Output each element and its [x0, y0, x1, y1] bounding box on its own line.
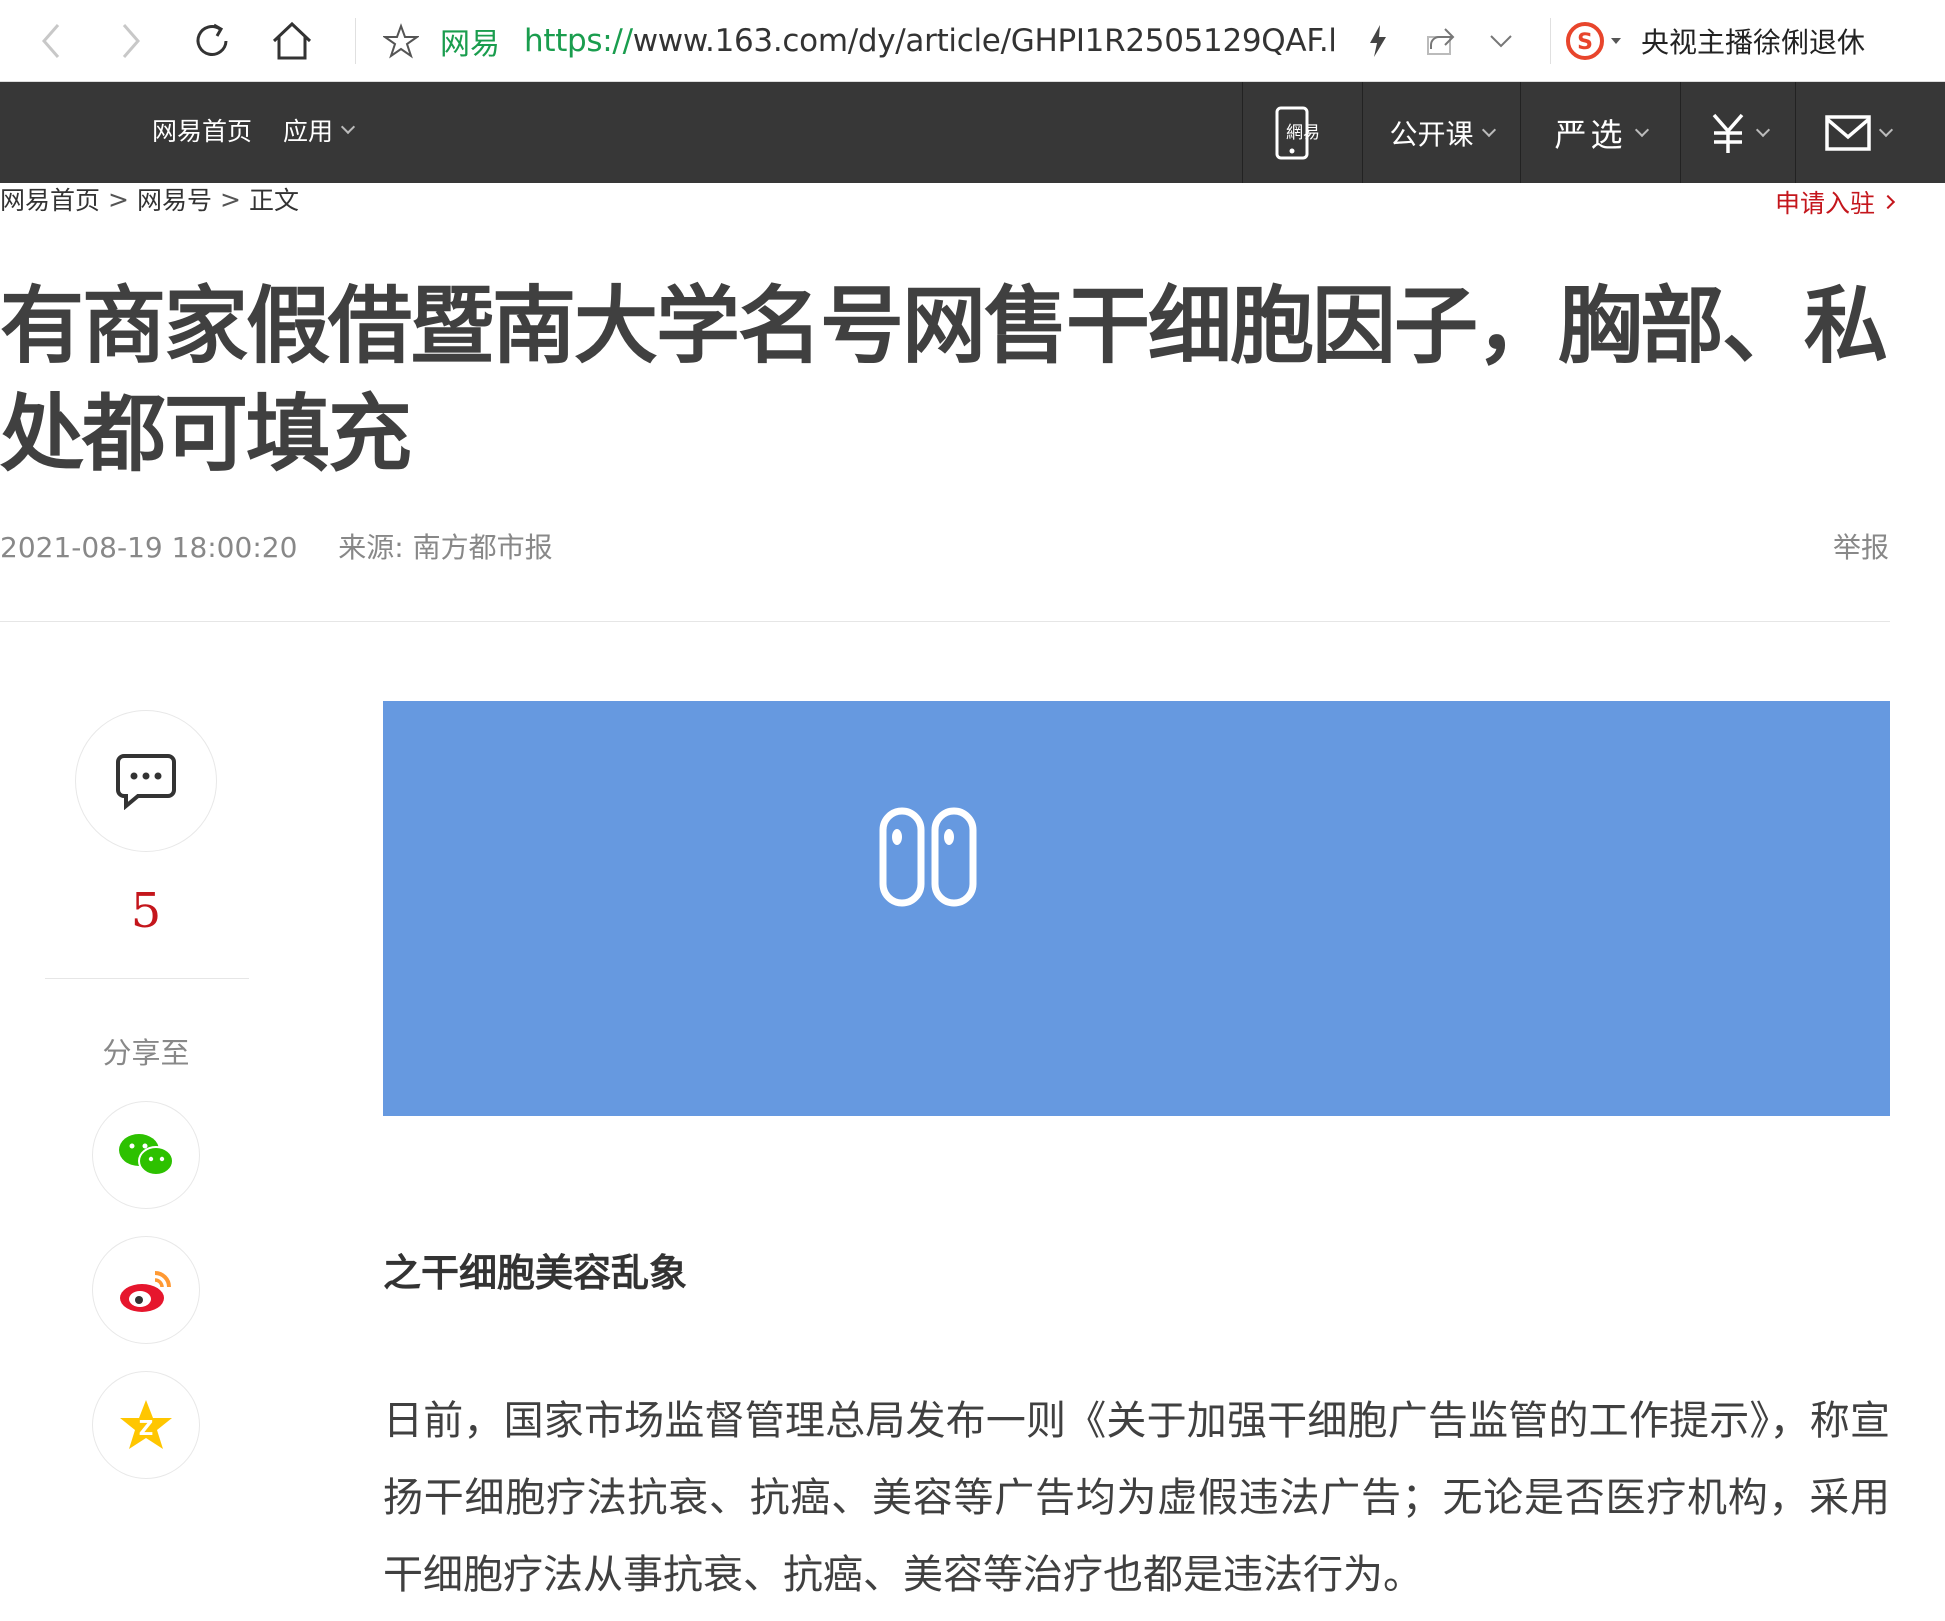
publish-datetime: 2021-08-19 18:00:20 — [0, 531, 298, 564]
toolbar-separator — [1550, 18, 1551, 64]
forward-button[interactable] — [106, 16, 156, 66]
address-dropdown-button[interactable] — [1480, 20, 1522, 62]
chevron-down-icon — [1490, 35, 1512, 48]
article-paragraph: 日前，国家市场监督管理总局发布一则《关于加强干细胞广告监管的工作提示》，称宣扬干… — [383, 1398, 1890, 1598]
comment-button[interactable] — [75, 710, 217, 852]
video-play-icon — [879, 807, 977, 907]
mobile-app-icon: 網易 — [1275, 106, 1320, 159]
back-icon — [42, 24, 60, 58]
breadcrumb-current: 正文 — [248, 186, 299, 215]
svg-text:網易: 網易 — [1286, 123, 1320, 143]
section-heading: 之干细胞美容乱象 — [383, 1251, 688, 1295]
share-weibo-button[interactable] — [92, 1236, 200, 1344]
nav-open-course[interactable]: 公开课 — [1362, 82, 1520, 183]
nav-mobile-app[interactable]: 網易 — [1242, 82, 1362, 183]
share-icon — [1427, 28, 1455, 55]
share-wechat-button[interactable] — [92, 1101, 200, 1209]
reload-icon — [196, 23, 228, 56]
site-nav-bar: 网易首页 应用 網易 公开课 严选 — [0, 82, 1945, 183]
lightning-icon — [1370, 25, 1386, 57]
chevron-down-icon — [1755, 122, 1771, 137]
weibo-icon — [120, 1271, 171, 1312]
home-icon — [272, 21, 312, 60]
bookmark-star-button[interactable] — [380, 20, 422, 62]
breadcrumb-separator: > — [108, 184, 129, 214]
svg-text:S: S — [1577, 30, 1593, 55]
toolbar-separator — [355, 18, 356, 64]
back-button[interactable] — [26, 16, 76, 66]
yen-icon — [1712, 113, 1744, 153]
nav-home-link[interactable]: 网易首页 — [152, 112, 252, 148]
search-box[interactable]: S 央视主播徐俐退休 — [1565, 16, 1865, 66]
article-title: 有商家假借暨南大学名号网售干细胞因子，胸部、私处都可填充 — [0, 277, 1888, 483]
home-button[interactable] — [267, 16, 317, 66]
breadcrumb: 网易首页 > 网易号 > 正文 — [0, 181, 299, 217]
apply-join-label: 申请入驻 — [1774, 189, 1875, 218]
chevron-down-icon — [1878, 122, 1894, 137]
apply-join-link[interactable]: 申请入驻 — [1774, 184, 1896, 220]
nav-apps-menu[interactable]: 应用 — [283, 112, 356, 148]
url-text[interactable]: https://www.163.com/dy/article/GHPI1R250… — [524, 23, 1334, 59]
comment-icon — [116, 754, 176, 810]
breadcrumb-home[interactable]: 网易首页 — [0, 181, 100, 217]
share-label: 分享至 — [102, 1036, 190, 1070]
share-divider — [45, 978, 249, 979]
qzone-icon: Z — [120, 1400, 172, 1449]
site-label: 网易 — [440, 27, 500, 62]
reload-button[interactable] — [187, 16, 237, 66]
forward-icon — [122, 24, 140, 58]
article-meta: 2021-08-19 18:00:20 来源: 南方都市报 — [0, 526, 553, 566]
chevron-down-icon — [340, 119, 356, 135]
speed-mode-button[interactable] — [1357, 20, 1399, 62]
address-bar[interactable]: 网易 https://www.163.com/dy/article/GHPI1R… — [370, 12, 1530, 70]
sogou-icon[interactable]: S — [1565, 21, 1605, 61]
report-link[interactable]: 举报 — [1833, 526, 1889, 566]
chevron-right-icon — [1880, 194, 1896, 210]
chevron-down-icon — [1481, 122, 1496, 137]
svg-text:Z: Z — [139, 1416, 154, 1440]
breadcrumb-separator: > — [219, 184, 241, 214]
nav-open-course-label: 公开课 — [1389, 117, 1474, 151]
meta-divider — [0, 621, 1890, 622]
share-qzone-button[interactable]: Z — [92, 1371, 200, 1479]
nav-mail[interactable] — [1795, 82, 1920, 183]
share-page-button[interactable] — [1420, 20, 1462, 62]
breadcrumb-netease-hao[interactable]: 网易号 — [137, 181, 212, 217]
nav-apps-label: 应用 — [283, 117, 334, 146]
wechat-icon — [119, 1134, 174, 1176]
url-scheme: https:// — [524, 23, 633, 59]
nav-yanxuan-label: 严选 — [1554, 115, 1627, 154]
chevron-down-icon[interactable] — [1609, 36, 1623, 46]
hot-search-text[interactable]: 央视主播徐俐退休 — [1641, 21, 1865, 61]
star-icon — [383, 23, 419, 59]
url-path: www.163.com/dy/article/GHPI1R2505129QAF.… — [632, 23, 1334, 59]
nav-yanxuan[interactable]: 严选 — [1520, 82, 1680, 183]
chevron-down-icon — [1634, 122, 1649, 137]
article-hero-image[interactable] — [383, 701, 1890, 1116]
comment-count[interactable]: 5 — [75, 883, 217, 939]
article-source[interactable]: 来源: 南方都市报 — [338, 531, 552, 564]
browser-toolbar: 网易 https://www.163.com/dy/article/GHPI1R… — [0, 0, 1945, 82]
mail-icon — [1825, 114, 1871, 151]
nav-finance[interactable] — [1680, 82, 1795, 183]
